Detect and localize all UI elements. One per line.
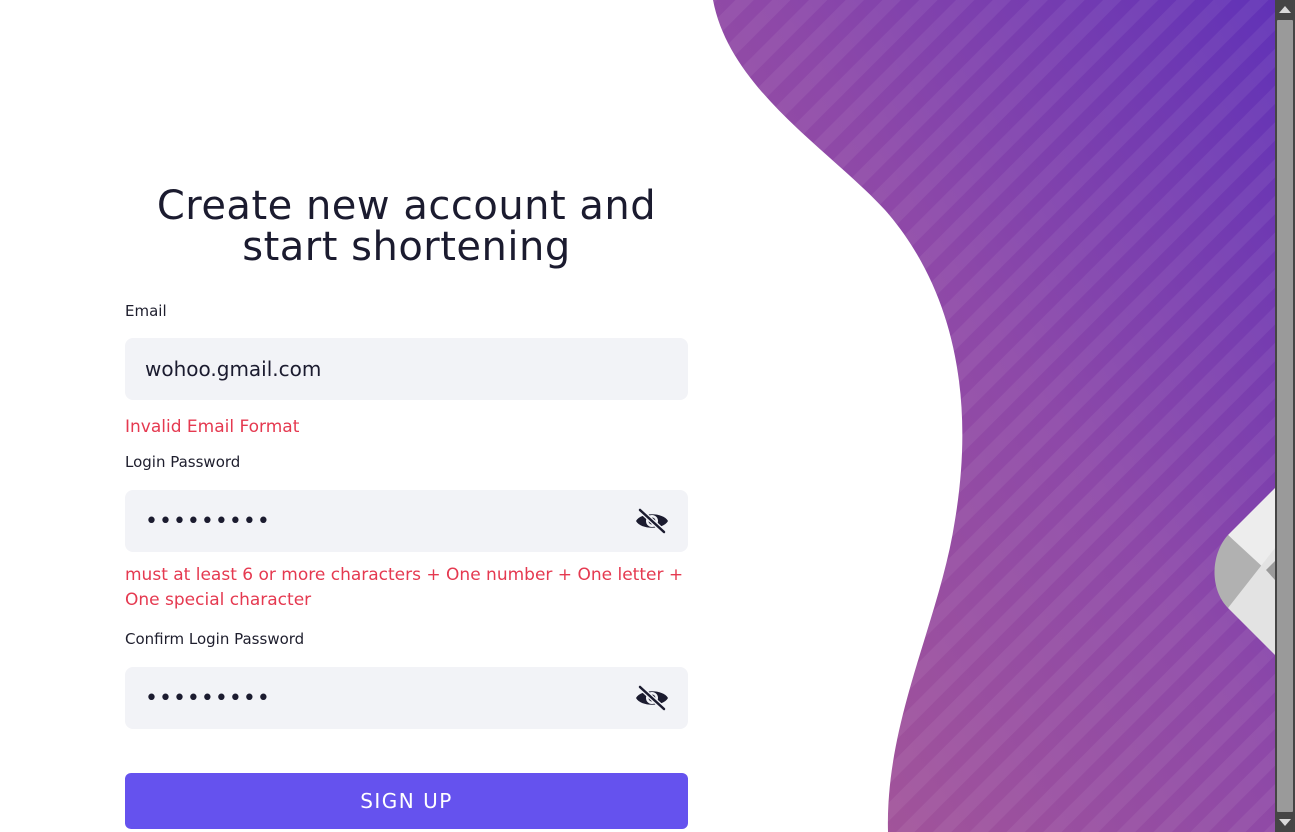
confirm-password-input[interactable] <box>125 667 615 729</box>
scroll-down-arrow-icon[interactable] <box>1279 819 1291 826</box>
password-field-container <box>125 490 688 552</box>
email-label: Email <box>125 302 167 320</box>
email-field-container <box>125 338 688 400</box>
page-title: Create new account and start shortening <box>125 186 688 268</box>
eye-off-icon[interactable] <box>634 684 670 712</box>
password-input[interactable] <box>125 490 615 552</box>
sign-up-button[interactable]: SIGN UP <box>125 773 688 829</box>
confirm-password-label: Confirm Login Password <box>125 630 305 648</box>
password-error-line-1: must at least 6 or more characters + One… <box>125 565 684 585</box>
scroll-up-arrow-icon[interactable] <box>1279 6 1291 13</box>
eye-off-icon[interactable] <box>634 507 670 535</box>
email-input[interactable] <box>125 338 615 400</box>
vertical-scrollbar[interactable] <box>1275 0 1295 832</box>
page-title-line-2: start shortening <box>242 224 571 270</box>
scrollbar-thumb[interactable] <box>1277 20 1293 812</box>
confirm-password-field-container <box>125 667 688 729</box>
page-title-line-1: Create new account and <box>156 183 657 229</box>
password-label: Login Password <box>125 453 241 471</box>
password-error-line-2: One special character <box>125 590 312 610</box>
email-error-message: Invalid Email Format <box>125 417 300 437</box>
password-error-message: must at least 6 or more characters + One… <box>125 563 688 613</box>
